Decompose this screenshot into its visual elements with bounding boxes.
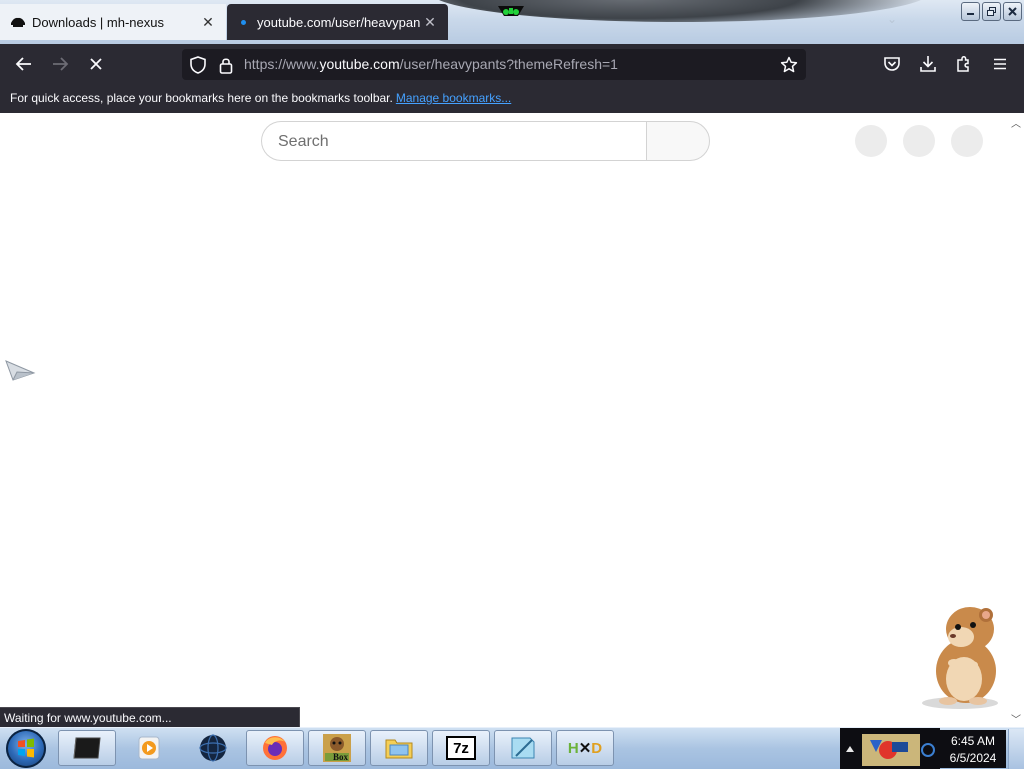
forward-arrow-icon [53, 57, 69, 71]
tab-downloads[interactable]: Downloads | mh-nexus ✕ [0, 4, 226, 40]
youtube-search-box[interactable]: Search [261, 121, 647, 161]
scroll-up-arrow-icon[interactable]: ︿ [1010, 115, 1022, 130]
stop-loading-icon [90, 58, 102, 70]
tab-title: youtube.com/user/heavypants [257, 14, 420, 30]
hamster-mascot-icon [922, 607, 998, 709]
forward-button[interactable] [44, 48, 76, 80]
list-all-tabs-icon[interactable]: ⌄ [887, 12, 897, 26]
hamburger-menu-icon [994, 58, 1006, 70]
clock-time: 6:45 AM [950, 734, 996, 748]
restore-button[interactable] [982, 2, 1001, 21]
loading-icon [235, 14, 251, 30]
address-bar[interactable]: https://www.youtube.com/user/heavypants?… [182, 49, 806, 80]
page-content: Search ︿ ﹀ Waiting for www.youtube.com..… [0, 113, 1024, 728]
7zip-icon: 7z [446, 736, 476, 760]
tab-strip: Downloads | mh-nexus ✕ youtube.com/user/… [0, 0, 1024, 44]
bookmarks-hint-text: For quick access, place your bookmarks h… [10, 91, 393, 105]
close-icon[interactable]: ✕ [198, 12, 218, 32]
lock-icon[interactable] [216, 55, 236, 75]
scroll-down-arrow-icon[interactable]: ﹀ [1010, 711, 1022, 726]
bookmark-star-icon[interactable] [779, 55, 799, 75]
header-placeholder-icon[interactable] [951, 125, 983, 157]
bookmarks-toolbar: For quick access, place your bookmarks h… [0, 84, 1024, 113]
taskbar-app-hxd[interactable]: H ✕ D [556, 730, 614, 766]
clock-date: 6/5/2024 [949, 751, 997, 765]
tab-title: Downloads | mh-nexus [32, 14, 164, 30]
sandboxie-label: Box [333, 752, 349, 762]
url-text[interactable]: https://www.youtube.com/user/heavypants?… [244, 56, 618, 72]
show-desktop-button[interactable] [1008, 729, 1024, 769]
navigation-toolbar: https://www.youtube.com/user/heavypants?… [0, 44, 1024, 84]
mh-nexus-favicon-icon [10, 14, 26, 30]
hxd-icon: H ✕ D [567, 739, 603, 758]
taskbar-app-media-player[interactable] [120, 730, 178, 766]
downloads-button[interactable] [912, 48, 944, 80]
search-input-placeholder: Search [278, 133, 329, 150]
manage-bookmarks-link[interactable]: Manage bookmarks... [396, 91, 511, 105]
taskbar-app-terminal[interactable] [58, 730, 116, 766]
header-placeholder-icon[interactable] [903, 125, 935, 157]
system-clock[interactable]: 6:45 AM 6/5/2024 [940, 730, 1006, 768]
tracking-protection-shield-icon[interactable] [188, 55, 208, 75]
7zip-label: 7z [448, 738, 474, 758]
tab-youtube[interactable]: youtube.com/user/heavypants ✕ [227, 4, 448, 40]
youtube-search-button[interactable] [646, 121, 710, 161]
download-icon [920, 56, 936, 72]
application-menu-button[interactable] [984, 48, 1016, 80]
taskbar: Box 7z H ✕ D 6:45 AM 6/5/2024 [0, 727, 1024, 769]
terminal-icon [73, 737, 101, 759]
extensions-button[interactable] [948, 48, 980, 80]
taskbar-app-globe[interactable] [184, 730, 242, 766]
window-controls [961, 2, 1022, 21]
taskbar-app-firefox[interactable] [246, 730, 304, 766]
taskbar-app-file-explorer[interactable] [370, 730, 428, 766]
url-prefix: https://www. [244, 56, 320, 72]
pocket-button[interactable] [876, 48, 908, 80]
taskbar-app-sandboxie[interactable]: Box [308, 730, 366, 766]
status-bar: Waiting for www.youtube.com... [0, 707, 300, 728]
url-path: /user/heavypants?themeRefresh=1 [399, 56, 618, 72]
windows-logo-icon [18, 738, 34, 758]
back-button[interactable] [8, 48, 40, 80]
close-icon[interactable]: ✕ [420, 12, 440, 32]
media-player-icon [138, 736, 160, 760]
folder-icon [385, 739, 413, 759]
pocket-icon [884, 57, 900, 71]
green-glow-icon [498, 6, 524, 16]
paper-plane-icon [5, 360, 36, 381]
back-arrow-icon [15, 57, 31, 71]
start-button[interactable] [6, 729, 46, 768]
minimize-button[interactable] [961, 2, 980, 21]
notepad-icon [511, 737, 535, 759]
system-tray [840, 728, 940, 769]
globe-icon [199, 734, 227, 762]
status-text: Waiting for www.youtube.com... [4, 711, 172, 725]
stop-button[interactable] [80, 48, 112, 80]
taskbar-app-notepad[interactable] [494, 730, 552, 766]
bookmarks-empty-message: For quick access, place your bookmarks h… [10, 91, 511, 105]
url-domain: youtube.com [319, 56, 400, 72]
close-window-button[interactable] [1003, 2, 1022, 21]
firefox-icon [263, 736, 287, 760]
puzzle-piece-icon [957, 55, 969, 72]
taskbar-app-7zip[interactable]: 7z [432, 730, 490, 766]
header-placeholder-icon[interactable] [855, 125, 887, 157]
